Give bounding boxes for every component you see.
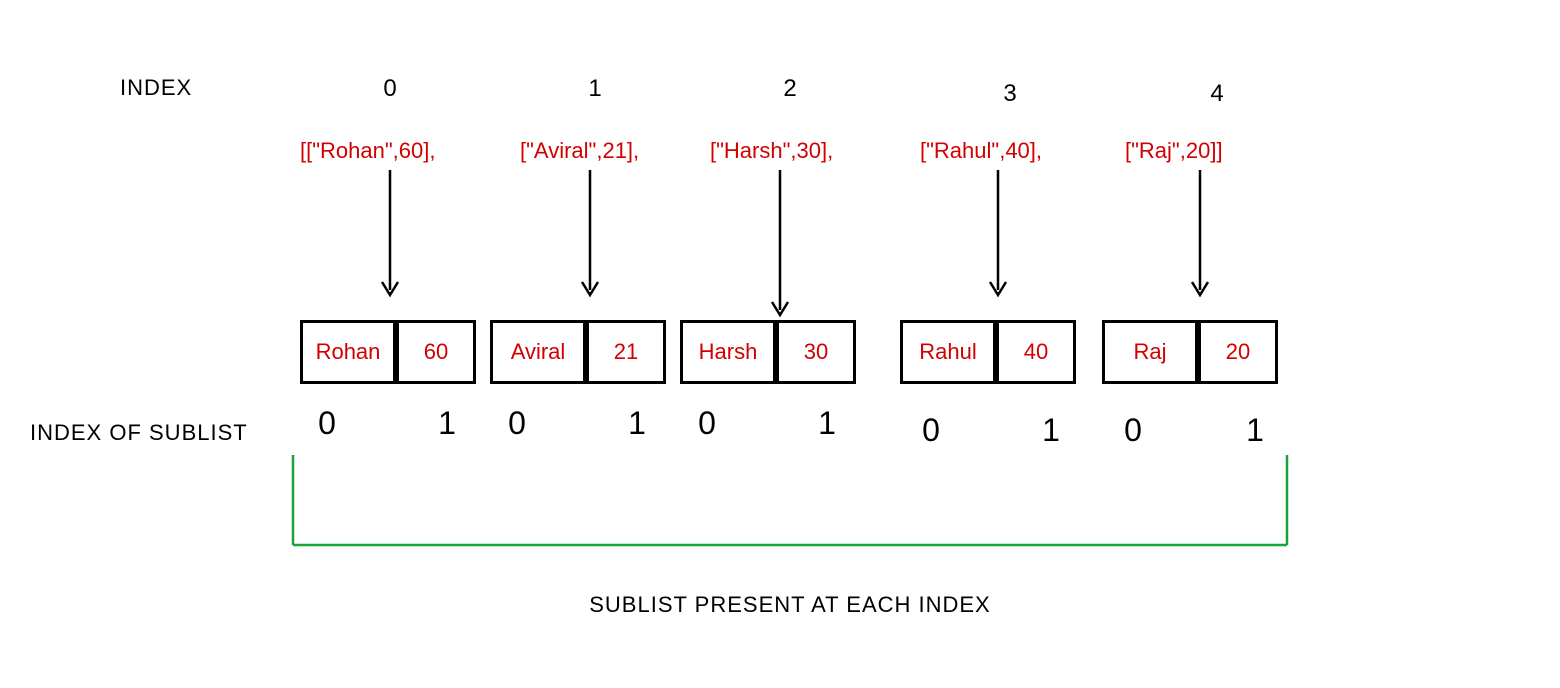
sublist-box-3: Rahul 40: [900, 320, 1076, 384]
arrow-down-icon: [380, 170, 400, 310]
sublist-box-0: Rohan 60: [300, 320, 476, 384]
cell-value-2: 30: [776, 320, 856, 384]
arrow-down-icon: [580, 170, 600, 310]
sub-index-1-1: 1: [622, 405, 652, 442]
cell-name-2: Harsh: [680, 320, 776, 384]
cell-value-4: 20: [1198, 320, 1278, 384]
cell-name-0: Rohan: [300, 320, 396, 384]
cell-name-4: Raj: [1102, 320, 1198, 384]
arrow-down-icon: [1190, 170, 1210, 310]
cell-name-1: Aviral: [490, 320, 586, 384]
sub-index-2-0: 0: [692, 405, 722, 442]
sublist-box-2: Harsh 30: [680, 320, 856, 384]
arrow-down-icon: [770, 170, 790, 330]
caption: SUBLIST PRESENT AT EACH INDEX: [540, 592, 1040, 618]
sub-index-1-0: 0: [502, 405, 532, 442]
literal-4: ["Raj",20]]: [1125, 138, 1223, 164]
sub-index-0-1: 1: [432, 405, 462, 442]
cell-value-3: 40: [996, 320, 1076, 384]
literal-0: [["Rohan",60],: [300, 138, 435, 164]
outer-index-1: 1: [575, 75, 615, 103]
sub-index-0-0: 0: [312, 405, 342, 442]
literal-3: ["Rahul",40],: [920, 138, 1042, 164]
sublist-box-1: Aviral 21: [490, 320, 666, 384]
sublist-box-4: Raj 20: [1102, 320, 1278, 384]
sub-index-2-1: 1: [812, 405, 842, 442]
sub-index-3-0: 0: [916, 412, 946, 449]
outer-index-2: 2: [770, 75, 810, 103]
outer-index-4: 4: [1197, 80, 1237, 108]
outer-index-0: 0: [370, 75, 410, 103]
sub-index-4-1: 1: [1240, 412, 1270, 449]
literal-1: ["Aviral",21],: [520, 138, 639, 164]
cell-value-1: 21: [586, 320, 666, 384]
cell-value-0: 60: [396, 320, 476, 384]
arrow-down-icon: [988, 170, 1008, 310]
index-label: INDEX: [120, 75, 192, 101]
outer-index-3: 3: [990, 80, 1030, 108]
literal-2: ["Harsh",30],: [710, 138, 833, 164]
sub-index-4-0: 0: [1118, 412, 1148, 449]
sub-index-3-1: 1: [1036, 412, 1066, 449]
cell-name-3: Rahul: [900, 320, 996, 384]
span-bracket-icon: [290, 455, 1290, 555]
sublist-index-label: INDEX OF SUBLIST: [30, 420, 248, 446]
